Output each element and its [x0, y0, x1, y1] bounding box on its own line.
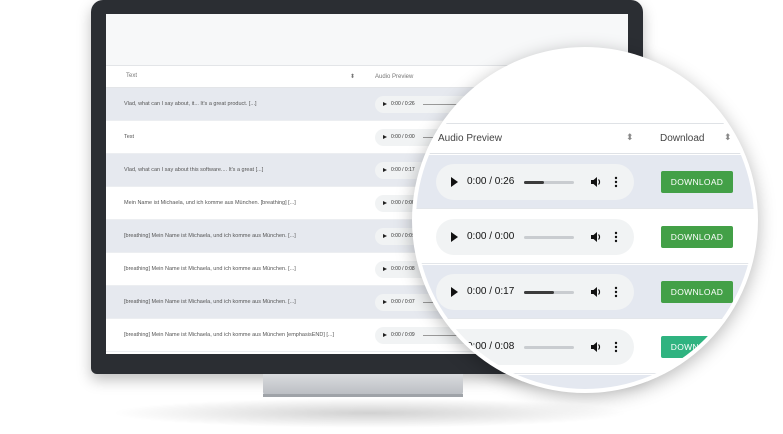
column-download[interactable]: Download	[660, 133, 704, 144]
scene: Text ⬍ Audio Preview Vlad, what can I sa…	[0, 0, 783, 434]
row-text: [breathing] Mein Name ist Michaela, und …	[124, 299, 296, 305]
audio-progress-bar[interactable]	[524, 181, 574, 184]
screen-column-text-label: Text	[126, 73, 138, 79]
sort-icon[interactable]: ⬍	[626, 132, 634, 143]
download-button[interactable]: DOWNLOAD	[661, 226, 733, 248]
column-audio-preview[interactable]: Audio Preview	[438, 133, 502, 144]
zoomed-toolbar	[416, 51, 754, 124]
download-button[interactable]: DOWNLOAD	[661, 336, 733, 358]
row-text: Vlad, what can I say about this software…	[124, 167, 264, 173]
table-row: 0:00 / 0:08 DOWNLOAD	[416, 320, 754, 374]
audio-time: 0:00 / 0:08	[467, 341, 515, 352]
sort-icon[interactable]: ⬍	[724, 132, 732, 143]
more-options-icon[interactable]	[614, 341, 618, 353]
volume-icon[interactable]	[590, 176, 602, 188]
magnifier-lens: Audio Preview ⬍ Download ⬍ 0:00 / 0:26 D…	[412, 47, 758, 393]
more-options-icon[interactable]	[614, 176, 618, 188]
play-icon[interactable]	[383, 333, 387, 337]
screen-column-text[interactable]: Text ⬍	[106, 73, 363, 80]
download-button[interactable]: DOWNLOAD	[661, 281, 733, 303]
audio-time: 0:00 / 0:08	[391, 266, 415, 272]
sort-icon[interactable]: ⬍	[350, 73, 355, 80]
monitor-shadow	[110, 398, 630, 428]
audio-progress-fill	[524, 291, 554, 294]
audio-player[interactable]: 0:00 / 0:00	[436, 219, 634, 255]
audio-time: 0:00 / 0:26	[391, 101, 415, 107]
audio-player[interactable]: 0:00 / 0:08	[436, 329, 634, 365]
audio-time: 0:00 / 0:26	[467, 176, 515, 187]
table-row: 0:00 / 0:17 DOWNLOAD	[416, 265, 754, 319]
audio-player[interactable]: 0:00 / 0:17	[436, 274, 634, 310]
audio-time: 0:00 / 0:09	[391, 332, 415, 338]
zoomed-table-header: Audio Preview ⬍ Download ⬍	[416, 124, 754, 154]
row-text: [breathing] Mein Name ist Michaela, und …	[124, 233, 296, 239]
zoomed-table: Audio Preview ⬍ Download ⬍ 0:00 / 0:26 D…	[416, 51, 754, 389]
table-row: 0:00 / 0:00 DOWNLOAD	[416, 210, 754, 264]
row-text: Mein Name ist Michaela, und ich komme au…	[124, 200, 296, 206]
table-row	[416, 375, 754, 389]
audio-time: 0:00 / 0:17	[467, 286, 515, 297]
audio-progress-bar[interactable]	[524, 346, 574, 349]
play-icon[interactable]	[451, 287, 458, 297]
play-icon[interactable]	[451, 342, 458, 352]
audio-time: 0:00 / 0:09	[391, 233, 415, 239]
screen-column-audio: Audio Preview	[375, 73, 414, 80]
audio-time: 0:00 / 0:00	[391, 134, 415, 140]
play-icon[interactable]	[383, 102, 387, 106]
row-text: [breathing] Mein Name ist Michaela, und …	[124, 266, 296, 272]
download-button[interactable]: DOWNLOAD	[661, 171, 733, 193]
more-options-icon[interactable]	[614, 231, 618, 243]
volume-icon[interactable]	[590, 286, 602, 298]
row-text: [breathing] Mein Name ist Michaela, und …	[124, 332, 335, 338]
audio-player[interactable]: 0:00 / 0:26	[436, 164, 634, 200]
audio-time: 0:00 / 0:00	[467, 231, 515, 242]
audio-time: 0:00 / 0:07	[391, 299, 415, 305]
play-icon[interactable]	[383, 267, 387, 271]
row-text: Test	[124, 134, 135, 140]
audio-time: 0:00 / 0:17	[391, 167, 415, 173]
volume-icon[interactable]	[590, 341, 602, 353]
audio-progress-fill	[524, 181, 544, 184]
audio-time: 0:00 / 0:08	[391, 200, 415, 206]
audio-progress-bar[interactable]	[524, 236, 574, 239]
play-icon[interactable]	[451, 177, 458, 187]
volume-icon[interactable]	[590, 231, 602, 243]
play-icon[interactable]	[383, 234, 387, 238]
monitor-stand-base	[263, 394, 463, 397]
row-text: Vlad, what can I say about, it... It's a…	[124, 101, 257, 107]
more-options-icon[interactable]	[614, 286, 618, 298]
play-icon[interactable]	[383, 300, 387, 304]
play-icon[interactable]	[451, 232, 458, 242]
table-row: 0:00 / 0:26 DOWNLOAD	[416, 155, 754, 209]
play-icon[interactable]	[383, 135, 387, 139]
play-icon[interactable]	[383, 201, 387, 205]
play-icon[interactable]	[383, 168, 387, 172]
audio-progress-bar[interactable]	[524, 291, 574, 294]
